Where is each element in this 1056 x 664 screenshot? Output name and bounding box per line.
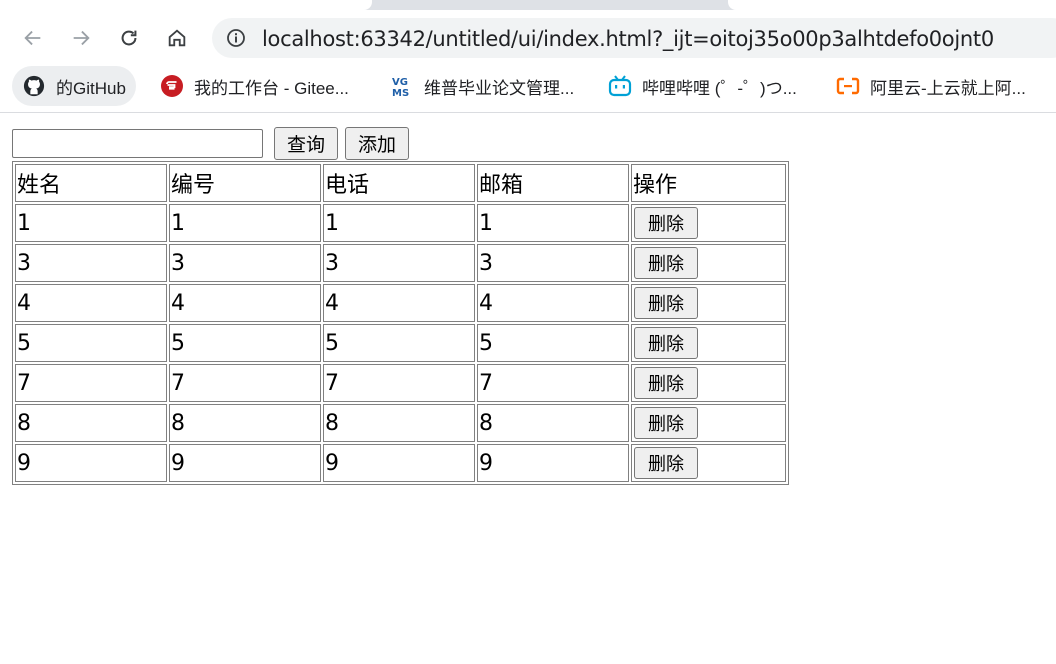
tab-strip-right [728, 0, 1056, 10]
cell-phone: 1 [323, 204, 475, 242]
arrow-left-icon [24, 30, 41, 46]
bookmark-github[interactable]: 的GitHub [12, 66, 136, 106]
cell-actions: 删除 [631, 364, 786, 402]
cell-email: 5 [477, 324, 629, 362]
delete-button[interactable]: 删除 [634, 407, 698, 439]
search-input[interactable] [12, 129, 263, 158]
bookmarks-bar: 的GitHub 我的工作台 - Gitee... VG MS 维普毕业论文管理..… [0, 62, 1056, 113]
tab-strip [0, 0, 1056, 10]
svg-text:VG: VG [392, 77, 408, 88]
active-tab[interactable] [0, 0, 372, 10]
info-icon[interactable] [226, 28, 246, 48]
cell-actions: 删除 [631, 444, 786, 482]
bookmark-label: 维普毕业论文管理... [424, 78, 575, 98]
header-name: 姓名 [15, 164, 167, 202]
cell-actions: 删除 [631, 324, 786, 362]
delete-button[interactable]: 删除 [634, 207, 698, 239]
table-row: 9 9 9 9 删除 [15, 444, 786, 482]
reload-button[interactable] [114, 23, 144, 53]
delete-button[interactable]: 删除 [634, 247, 698, 279]
header-actions: 操作 [631, 164, 786, 202]
header-email: 邮箱 [477, 164, 629, 202]
delete-button[interactable]: 删除 [634, 287, 698, 319]
cell-actions: 删除 [631, 404, 786, 442]
cell-email: 9 [477, 444, 629, 482]
cell-id: 7 [169, 364, 321, 402]
cell-id: 9 [169, 444, 321, 482]
table-row: 1 1 1 1 删除 [15, 204, 786, 242]
browser-toolbar: localhost:63342/untitled/ui/index.html?_… [0, 10, 1056, 66]
cell-name: 5 [15, 324, 167, 362]
vgms-icon: VG MS [390, 74, 414, 98]
cell-actions: 删除 [631, 204, 786, 242]
bookmark-label: 哔哩哔哩 (゜-゜)つ... [642, 78, 797, 98]
table-row: 3 3 3 3 删除 [15, 244, 786, 282]
home-button[interactable] [162, 23, 192, 53]
query-button[interactable]: 查询 [274, 127, 338, 160]
home-icon [168, 29, 186, 47]
table-header-row: 姓名 编号 电话 邮箱 操作 [15, 164, 786, 202]
delete-button[interactable]: 删除 [634, 327, 698, 359]
cell-id: 5 [169, 324, 321, 362]
gitee-icon [160, 74, 184, 98]
cell-actions: 删除 [631, 284, 786, 322]
cell-email: 1 [477, 204, 629, 242]
delete-button[interactable]: 删除 [634, 367, 698, 399]
bookmark-label: 的GitHub [56, 78, 126, 98]
table-row: 4 4 4 4 删除 [15, 284, 786, 322]
bookmark-aliyun[interactable]: 阿里云-上云就上阿... [836, 66, 1026, 106]
cell-phone: 5 [323, 324, 475, 362]
cell-phone: 3 [323, 244, 475, 282]
back-button[interactable] [18, 23, 48, 53]
cell-id: 4 [169, 284, 321, 322]
cell-name: 3 [15, 244, 167, 282]
svg-text:MS: MS [392, 88, 409, 98]
cell-id: 8 [169, 404, 321, 442]
header-phone: 电话 [323, 164, 475, 202]
cell-phone: 8 [323, 404, 475, 442]
table-row: 8 8 8 8 删除 [15, 404, 786, 442]
cell-email: 8 [477, 404, 629, 442]
bookmark-bilibili[interactable]: 哔哩哔哩 (゜-゜)つ... [608, 66, 797, 106]
cell-id: 1 [169, 204, 321, 242]
bilibili-icon [608, 74, 632, 98]
add-button[interactable]: 添加 [345, 127, 409, 160]
cell-email: 4 [477, 284, 629, 322]
cell-name: 9 [15, 444, 167, 482]
cell-name: 7 [15, 364, 167, 402]
bookmark-label: 我的工作台 - Gitee... [194, 78, 349, 98]
table-row: 5 5 5 5 删除 [15, 324, 786, 362]
cell-name: 8 [15, 404, 167, 442]
forward-button[interactable] [66, 23, 96, 53]
cell-email: 3 [477, 244, 629, 282]
cell-phone: 4 [323, 284, 475, 322]
cell-phone: 9 [323, 444, 475, 482]
bookmark-label: 阿里云-上云就上阿... [870, 78, 1026, 98]
cell-actions: 删除 [631, 244, 786, 282]
cell-name: 4 [15, 284, 167, 322]
reload-icon [121, 30, 137, 46]
header-id: 编号 [169, 164, 321, 202]
address-bar[interactable]: localhost:63342/untitled/ui/index.html?_… [212, 18, 1056, 58]
cell-id: 3 [169, 244, 321, 282]
arrow-right-icon [73, 30, 90, 46]
aliyun-icon [836, 74, 860, 98]
github-icon [22, 74, 46, 98]
page-content: 查询 添加 姓名 编号 电话 邮箱 操作 1 1 1 1 删除 3 3 3 3 … [0, 113, 1056, 664]
bookmark-gitee[interactable]: 我的工作台 - Gitee... [160, 66, 349, 106]
cell-phone: 7 [323, 364, 475, 402]
cell-email: 7 [477, 364, 629, 402]
url-text: localhost:63342/untitled/ui/index.html?_… [262, 27, 994, 51]
cell-name: 1 [15, 204, 167, 242]
table-row: 7 7 7 7 删除 [15, 364, 786, 402]
data-table: 姓名 编号 电话 邮箱 操作 1 1 1 1 删除 3 3 3 3 删除 4 4… [12, 161, 789, 485]
delete-button[interactable]: 删除 [634, 447, 698, 479]
bookmark-vgms[interactable]: VG MS 维普毕业论文管理... [390, 66, 574, 106]
